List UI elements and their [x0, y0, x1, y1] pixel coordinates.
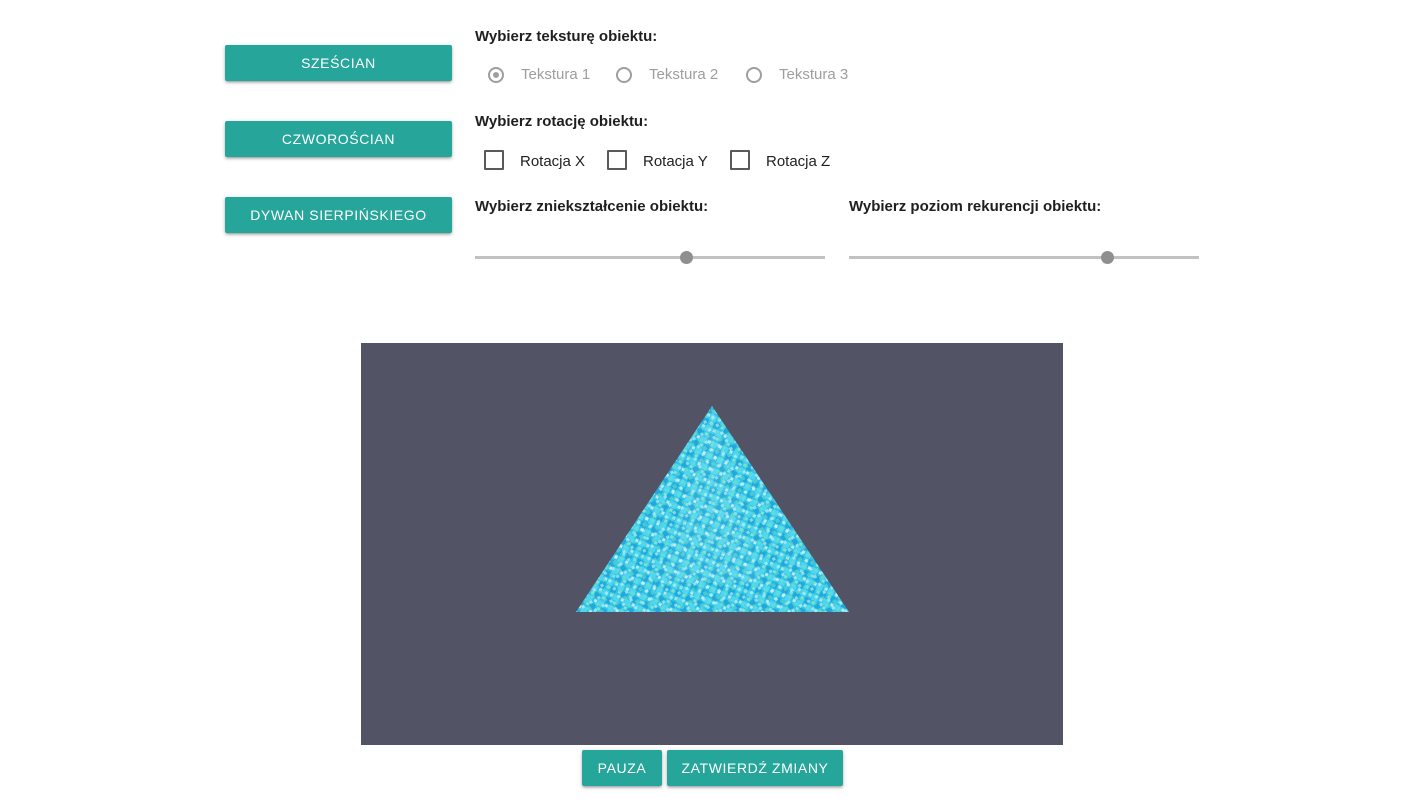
- page: SZEŚCIAN CZWOROŚCIAN DYWAN SIERPIŃSKIEGO…: [0, 0, 1425, 806]
- checkbox-unchecked-icon[interactable]: [607, 149, 627, 170]
- rotation-heading: Wybierz rotację obiektu:: [475, 113, 649, 130]
- cube-button[interactable]: SZEŚCIAN: [225, 45, 452, 81]
- pause-button[interactable]: PAUZA: [582, 750, 662, 786]
- rotation-y-checkbox[interactable]: Rotacja Y: [607, 149, 708, 170]
- radio-unchecked-icon[interactable]: [746, 66, 762, 83]
- sierpinski-carpet-button[interactable]: DYWAN SIERPIŃSKIEGO: [225, 197, 452, 233]
- recursion-slider[interactable]: [849, 247, 1199, 267]
- tetrahedron-render: [576, 406, 849, 612]
- apply-changes-button[interactable]: ZATWIERDŹ ZMIANY: [667, 750, 843, 786]
- rotation-z-checkbox[interactable]: Rotacja Z: [730, 149, 830, 170]
- texture-option-3[interactable]: Tekstura 3: [746, 66, 848, 83]
- texture-heading: Wybierz teksturę obiektu:: [475, 28, 658, 45]
- texture-option-label: Tekstura 3: [779, 66, 849, 83]
- radio-checked-icon[interactable]: [488, 66, 504, 83]
- texture-option-label: Tekstura 2: [649, 66, 719, 83]
- texture-option-1[interactable]: Tekstura 1: [488, 66, 590, 83]
- render-canvas[interactable]: [361, 343, 1063, 745]
- texture-option-label: Tekstura 1: [521, 66, 591, 83]
- rotation-z-label: Rotacja Z: [766, 153, 831, 170]
- recursion-heading: Wybierz poziom rekurencji obiektu:: [849, 198, 1102, 215]
- slider-track[interactable]: [475, 256, 825, 259]
- radio-unchecked-icon[interactable]: [616, 66, 632, 83]
- rotation-x-checkbox[interactable]: Rotacja X: [484, 149, 585, 170]
- slider-thumb[interactable]: [1101, 251, 1114, 264]
- rotation-y-label: Rotacja Y: [643, 153, 708, 170]
- texture-option-2[interactable]: Tekstura 2: [616, 66, 718, 83]
- tetrahedron-button[interactable]: CZWOROŚCIAN: [225, 121, 452, 157]
- checkbox-unchecked-icon[interactable]: [484, 149, 504, 170]
- distortion-heading: Wybierz zniekształcenie obiektu:: [475, 198, 709, 215]
- slider-thumb[interactable]: [679, 251, 693, 264]
- checkbox-unchecked-icon[interactable]: [730, 149, 750, 170]
- distortion-slider[interactable]: [475, 247, 825, 267]
- slider-track[interactable]: [849, 256, 1199, 259]
- rotation-x-label: Rotacja X: [520, 153, 586, 170]
